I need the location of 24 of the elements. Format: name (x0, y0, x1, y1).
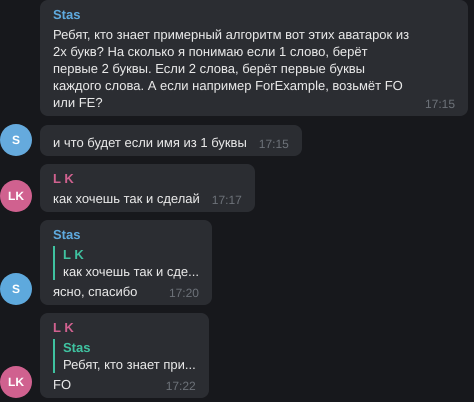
message-time: 17:17 (212, 192, 242, 209)
reply-quote[interactable]: Stas Ребят, кто знает при... (53, 339, 196, 373)
reply-text: Ребят, кто знает при... (63, 356, 196, 373)
message-time: 17:15 (258, 136, 289, 153)
reply-author: Stas (63, 339, 92, 356)
sender-name: Stas (53, 6, 82, 23)
sender-name: L K (53, 170, 75, 187)
message-time: 17:22 (166, 378, 196, 395)
avatar[interactable]: S (0, 273, 32, 305)
message-text: ясно, спасибо (53, 283, 138, 300)
sender-name: Stas (53, 226, 82, 243)
sender-name: L K (53, 319, 75, 336)
message-text: Ребят, кто знает примерный алгоритм вот этих аватарок из 2х букв? На сколько я понимаю если 1 слово, берёт первые 2 буквы. Если 2 слова, берёт первые буквы каждого слова. А если например ForExample, возьмёт FO или FE? (53, 26, 410, 111)
message-text: как хочешь так и сделай (53, 190, 200, 207)
avatar[interactable]: LK (0, 180, 32, 212)
message-time: 17:15 (424, 96, 455, 113)
message-time: 17:20 (168, 285, 199, 302)
avatar[interactable]: LK (0, 366, 32, 398)
reply-author: L K (63, 246, 85, 263)
reply-quote[interactable]: L K как хочешь так и сде... (53, 246, 199, 280)
reply-text: как хочешь так и сде... (63, 263, 199, 280)
avatar[interactable]: S (0, 124, 32, 156)
message-text: и что будет если имя из 1 буквы (53, 134, 247, 151)
message-text: FO (53, 376, 72, 393)
